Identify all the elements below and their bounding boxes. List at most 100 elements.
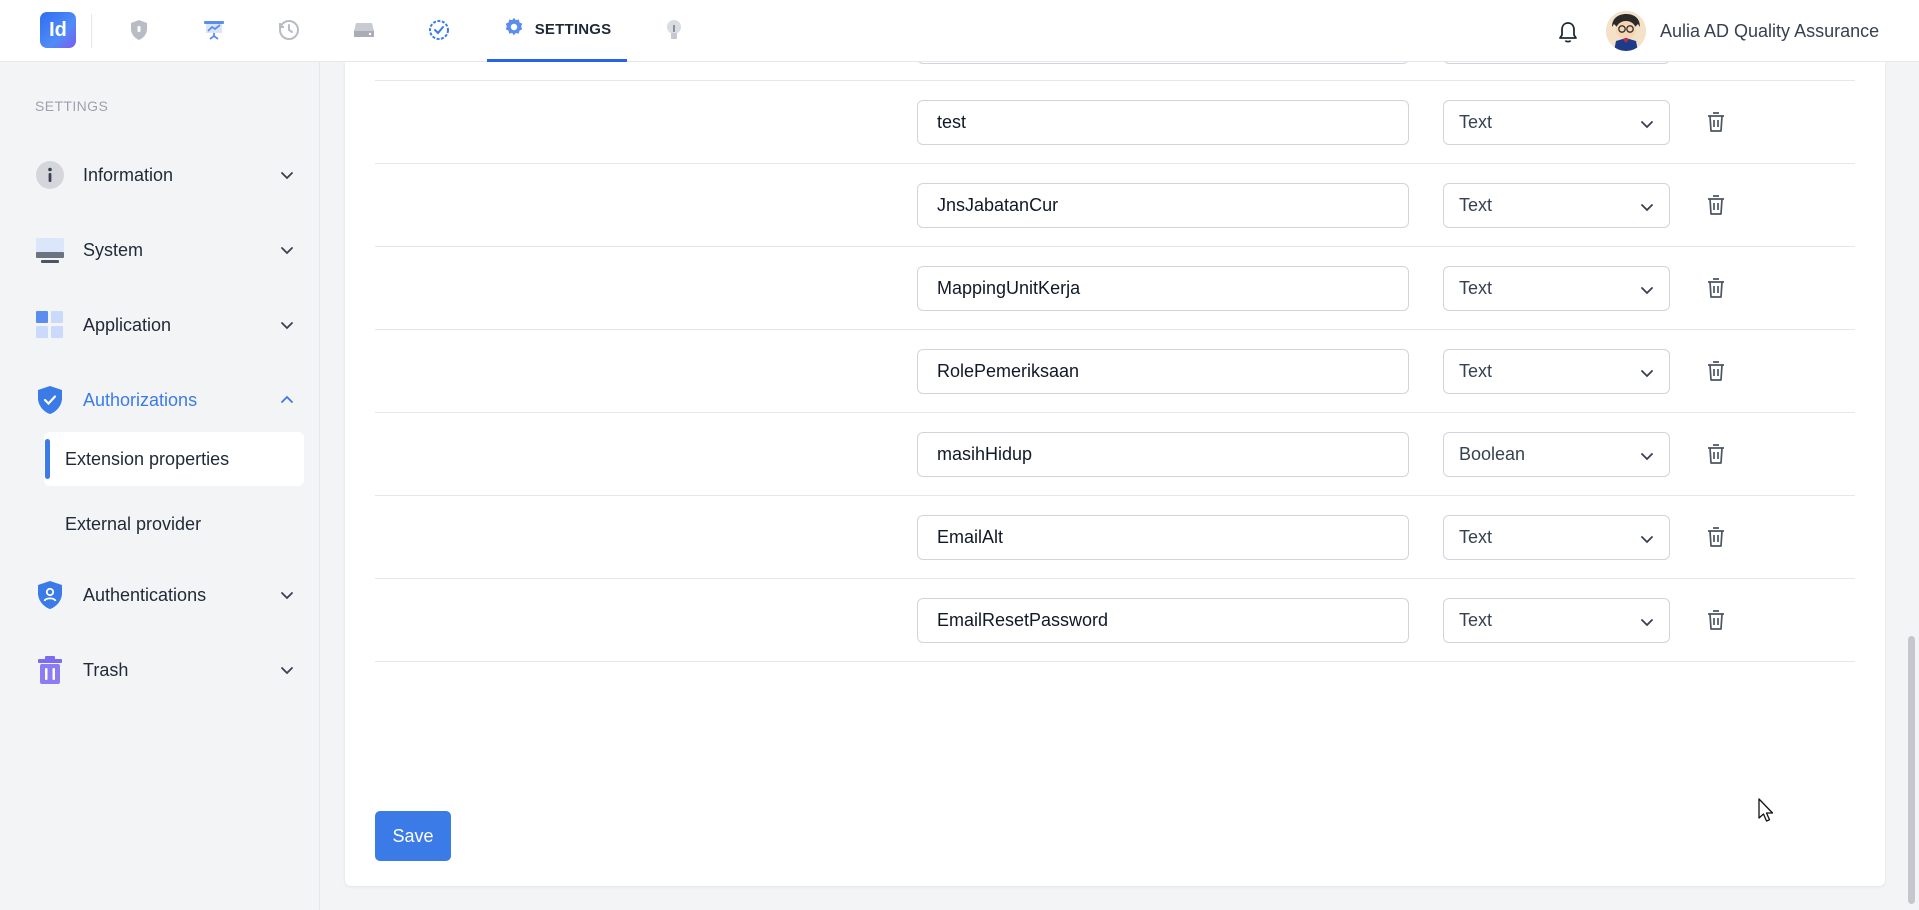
property-row: Text (375, 496, 1855, 579)
chevron-down-icon (1641, 536, 1653, 544)
property-row: Text (375, 247, 1855, 330)
property-row: Boolean (375, 413, 1855, 496)
extension-properties-card: Text Text Text Text Boolean Text Text Save (345, 42, 1885, 886)
delete-property-button[interactable] (1703, 275, 1729, 301)
history-icon[interactable] (275, 16, 303, 44)
top-bar: Id SETTINGS Aulia AD Quality Assurance (0, 0, 1919, 62)
check-badge-icon[interactable] (425, 16, 453, 44)
property-row: Text (375, 81, 1855, 164)
avatar (1606, 11, 1646, 51)
trash-icon (35, 655, 65, 685)
grid-icon (35, 310, 65, 340)
user-name: Aulia AD Quality Assurance (1660, 20, 1880, 41)
sidebar-item-authorizations[interactable]: Authorizations (35, 380, 295, 420)
sidebar-item-information[interactable]: Information (35, 155, 295, 195)
chevron-down-icon (1641, 204, 1653, 212)
property-type-select[interactable]: Text (1443, 183, 1670, 228)
property-type-value: Text (1459, 361, 1493, 381)
delete-property-button[interactable] (1703, 192, 1729, 218)
sidebar-item-label: Trash (83, 659, 129, 680)
property-type-select[interactable]: Text (1443, 266, 1670, 311)
property-type-select[interactable]: Text (1443, 515, 1670, 560)
app-logo-text: Id (49, 18, 67, 41)
logo-divider (91, 14, 92, 48)
info-icon (35, 160, 65, 190)
save-button[interactable]: Save (375, 811, 451, 861)
shield-user-icon (35, 580, 65, 610)
sidebar-item-authentications[interactable]: Authentications (35, 575, 295, 615)
sidebar-section-title: SETTINGS (35, 98, 109, 114)
sidebar-item-label: Application (83, 314, 172, 335)
property-type-value: Text (1459, 112, 1493, 132)
property-type-select[interactable]: Text (1443, 598, 1670, 643)
sidebar-item-label: Authentications (83, 584, 207, 605)
tab-settings-label: SETTINGS (534, 21, 612, 38)
presentation-icon[interactable] (200, 16, 228, 44)
delete-property-button[interactable] (1703, 524, 1729, 550)
shield-check-icon (35, 385, 65, 415)
delete-property-button[interactable] (1703, 358, 1729, 384)
user-menu[interactable]: Aulia AD Quality Assurance (1606, 10, 1879, 52)
delete-property-button[interactable] (1703, 109, 1729, 135)
delete-property-button[interactable] (1703, 607, 1729, 633)
property-name-input[interactable] (917, 266, 1409, 311)
sidebar-item-trash[interactable]: Trash (35, 650, 295, 690)
property-type-select[interactable]: Text (1443, 100, 1670, 145)
chevron-up-icon (281, 395, 293, 403)
chevron-down-icon (281, 592, 293, 600)
sidebar-subitem-extension-properties[interactable]: Extension properties (44, 432, 304, 486)
chevron-down-icon (281, 172, 293, 180)
property-name-input[interactable] (917, 432, 1409, 477)
sidebar: SETTINGS Information System Application … (0, 62, 320, 910)
drive-icon[interactable] (350, 16, 378, 44)
property-type-value: Text (1459, 527, 1493, 547)
property-name-input[interactable] (917, 515, 1409, 560)
sidebar-subitem-label: Extension properties (65, 448, 230, 469)
sidebar-subitem-label: External provider (65, 513, 202, 534)
scrollbar-thumb[interactable] (1908, 636, 1915, 904)
property-name-input[interactable] (917, 598, 1409, 643)
property-type-value: Text (1459, 278, 1493, 298)
property-type-value: Text (1459, 610, 1493, 630)
chevron-down-icon (281, 667, 293, 675)
gear-icon (503, 16, 525, 43)
sidebar-item-label: System (83, 239, 144, 260)
mouse-cursor-icon (1758, 798, 1774, 822)
sidebar-subitem-external-provider[interactable]: External provider (44, 497, 304, 551)
trash-icon (1708, 195, 1724, 215)
chevron-down-icon (1641, 287, 1653, 295)
chevron-down-icon (1641, 121, 1653, 129)
property-row: Text (375, 330, 1855, 413)
trash-icon (1708, 112, 1724, 132)
bulb-icon[interactable] (660, 16, 688, 44)
tab-settings[interactable]: SETTINGS (487, 0, 627, 62)
sidebar-item-label: Authorizations (83, 389, 198, 410)
chevron-down-icon (1641, 619, 1653, 627)
sidebar-item-label: Information (83, 164, 174, 185)
chevron-down-icon (281, 322, 293, 330)
property-name-input[interactable] (917, 100, 1409, 145)
monitor-icon (35, 235, 65, 265)
trash-icon (1708, 527, 1724, 547)
property-type-value: Text (1459, 195, 1493, 215)
shield-icon[interactable] (125, 16, 153, 44)
delete-property-button[interactable] (1703, 441, 1729, 467)
previous-row-partial (375, 42, 1855, 81)
property-name-input[interactable] (917, 183, 1409, 228)
property-type-select[interactable]: Text (1443, 349, 1670, 394)
bell-icon[interactable] (1554, 18, 1582, 46)
property-name-input[interactable] (917, 349, 1409, 394)
trash-icon (1708, 444, 1724, 464)
chevron-down-icon (281, 247, 293, 255)
sidebar-item-system[interactable]: System (35, 230, 295, 270)
sidebar-item-application[interactable]: Application (35, 305, 295, 345)
property-type-select[interactable]: Boolean (1443, 432, 1670, 477)
chevron-down-icon (1641, 453, 1653, 461)
property-row: Text (375, 164, 1855, 247)
property-row: Text (375, 579, 1855, 662)
trash-icon (1708, 610, 1724, 630)
trash-icon (1708, 278, 1724, 298)
chevron-down-icon (1641, 370, 1653, 378)
app-logo[interactable]: Id (40, 12, 76, 48)
property-type-value: Boolean (1459, 444, 1526, 464)
